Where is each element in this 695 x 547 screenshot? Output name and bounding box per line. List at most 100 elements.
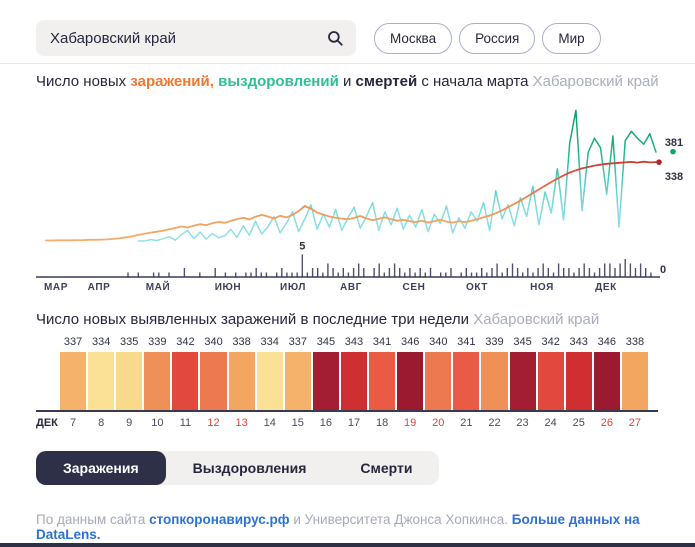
heatmap-cell[interactable] — [622, 352, 648, 410]
heatmap-cell[interactable] — [510, 352, 536, 410]
quick-link[interactable]: Москва — [374, 23, 452, 54]
heatmap-value: 341 — [369, 335, 395, 350]
deaths-bar — [527, 268, 528, 277]
deaths-bar — [619, 264, 620, 278]
heatmap-value: 341 — [453, 335, 479, 350]
heatmap-value: 346 — [397, 335, 423, 350]
footer-text-1: По данным сайта — [36, 512, 149, 527]
search-box[interactable] — [36, 20, 356, 56]
heatmap-column: 343 — [341, 335, 367, 410]
heatmap-column: 335 — [116, 335, 142, 410]
heatmap-column: 334 — [257, 335, 283, 410]
infections-last-value: 338 — [665, 171, 683, 183]
heatmap-cell[interactable] — [397, 352, 423, 410]
heatmap-cell[interactable] — [594, 352, 620, 410]
metric-tabs: ЗараженияВыздоровленияСмерти — [36, 451, 439, 485]
heatmap-cell[interactable] — [341, 352, 367, 410]
deaths-bar — [548, 268, 549, 277]
heatmap-cell[interactable] — [229, 352, 255, 410]
quick-link[interactable]: Россия — [459, 23, 535, 54]
deaths-bar — [609, 264, 610, 278]
heatmap-days: 789101112131415161718192021222324252627 — [60, 412, 648, 429]
heatmap-cell[interactable] — [116, 352, 142, 410]
title-prefix: Число новых — [36, 73, 130, 90]
tab-inactive-смерти[interactable]: Смерти — [333, 451, 439, 485]
heatmap-column: 342 — [538, 335, 564, 410]
tab-active-заражения[interactable]: Заражения — [36, 451, 166, 485]
month-label: АВГ — [340, 282, 362, 293]
heatmap-cell[interactable] — [538, 352, 564, 410]
deaths-bar — [645, 268, 646, 277]
covid-dashboard: МоскваРоссияМир Число новых заражений, в… — [0, 0, 695, 542]
heatmap-cell[interactable] — [425, 352, 451, 410]
deaths-bar — [379, 264, 380, 278]
heatmap-cell[interactable] — [144, 352, 170, 410]
heatmap-cell[interactable] — [369, 352, 395, 410]
quick-links: МоскваРоссияМир — [374, 23, 601, 54]
heatmap-cell[interactable] — [88, 352, 114, 410]
deaths-bar — [332, 268, 333, 277]
deaths-bar — [327, 264, 328, 278]
heatmap-day-label: 17 — [341, 412, 367, 429]
quick-link[interactable]: Мир — [542, 23, 600, 54]
deaths-bar — [389, 268, 390, 277]
heatmap-cell[interactable] — [481, 352, 507, 410]
topbar: МоскваРоссияМир — [36, 20, 695, 56]
heatmap-day-label: 14 — [257, 412, 283, 429]
heatmap-cell[interactable] — [313, 352, 339, 410]
deaths-bar — [599, 268, 600, 277]
heatmap-column: 346 — [594, 335, 620, 410]
deaths-bar — [558, 264, 559, 278]
footer: По данным сайта стопкоронавирус.рф и Уни… — [36, 512, 695, 542]
deaths-last-value: 0 — [660, 264, 666, 276]
deaths-bar — [604, 264, 605, 278]
deaths-bar — [312, 268, 313, 277]
deaths-bar — [517, 268, 518, 277]
heatmap-value: 339 — [481, 335, 507, 350]
heatmap-value: 340 — [425, 335, 451, 350]
heatmap-cell[interactable] — [257, 352, 283, 410]
deaths-bar — [640, 264, 641, 278]
heatmap-value: 343 — [566, 335, 592, 350]
month-label: МАР — [44, 282, 68, 293]
heatmap-column: 337 — [285, 335, 311, 410]
heatmap-cell[interactable] — [200, 352, 226, 410]
heatmap-value: 334 — [257, 335, 283, 350]
deaths-bar — [317, 268, 318, 277]
deaths-bar — [256, 268, 257, 277]
heatmap-title-text: Число новых выявленных заражений в после… — [36, 311, 473, 328]
title-suffix: с начала марта — [417, 73, 532, 90]
heatmap-value: 337 — [285, 335, 311, 350]
heatmap-column: 345 — [313, 335, 339, 410]
deaths-bar — [625, 259, 626, 277]
heatmap-cell[interactable] — [566, 352, 592, 410]
deaths-bar — [614, 268, 615, 277]
heatmap-column: 339 — [144, 335, 170, 410]
heatmap-cell[interactable] — [172, 352, 198, 410]
heatmap-cell[interactable] — [285, 352, 311, 410]
trend-chart-title: Число новых заражений, выздоровлений и с… — [36, 73, 695, 90]
deaths-bar — [343, 268, 344, 277]
month-label: АПР — [88, 282, 111, 293]
footer-link-stopcoronavirus[interactable]: стопкоронавирус.рф — [149, 512, 289, 527]
heatmap-value: 338 — [229, 335, 255, 350]
heatmap-column: 345 — [510, 335, 536, 410]
heatmap-value: 338 — [622, 335, 648, 350]
deaths-bar — [215, 268, 216, 277]
heatmap-value: 342 — [538, 335, 564, 350]
heatmap-value: 345 — [313, 335, 339, 350]
heatmap-day-label: 25 — [566, 412, 592, 429]
search-input[interactable] — [48, 29, 326, 48]
heatmap-day-label: 10 — [144, 412, 170, 429]
heatmap-day-label: 23 — [510, 412, 536, 429]
heatmap-cell[interactable] — [453, 352, 479, 410]
heatmap-value: 335 — [116, 335, 142, 350]
heatmap-value: 337 — [60, 335, 86, 350]
month-label: ИЮН — [215, 282, 242, 293]
region-label: Хабаровский край — [473, 311, 599, 328]
search-icon[interactable] — [326, 29, 344, 47]
tab-inactive-выздоровления[interactable]: Выздоровления — [166, 451, 334, 485]
heatmap-cell[interactable] — [60, 352, 86, 410]
deaths-bar — [584, 264, 585, 278]
deaths-bar — [568, 268, 569, 277]
